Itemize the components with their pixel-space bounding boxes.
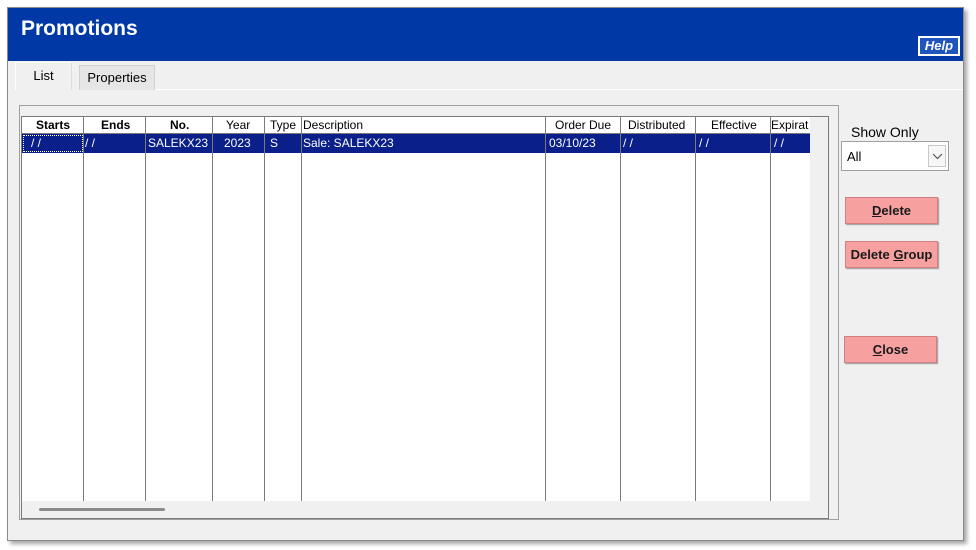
cell-ends[interactable]: / / [85,134,140,153]
column-header-no[interactable]: No. [170,118,200,133]
help-button[interactable]: Help [918,36,960,56]
tab-list[interactable]: List [15,62,72,90]
show-only-dropdown[interactable]: All [841,141,949,171]
delete-mnemonic: D [871,203,882,218]
grid-body: Starts Ends No. Year Type Description Or… [22,117,810,501]
vertical-scrollbar[interactable] [810,117,828,501]
column-header-expiration[interactable]: Expirat [771,118,811,133]
cell-description[interactable]: Sale: SALEKX23 [303,134,543,153]
column-divider [695,117,696,501]
horizontal-scrollbar[interactable] [22,501,828,518]
column-header-ends[interactable]: Ends [101,118,131,133]
promotions-grid[interactable]: Starts Ends No. Year Type Description Or… [21,116,829,519]
column-divider [212,117,213,501]
column-divider [620,117,621,501]
cell-year[interactable]: 2023 [224,134,264,153]
delete-group-mnemonic: G [893,247,904,262]
column-header-effective[interactable]: Effective [711,118,771,133]
cell-distributed[interactable]: / / [623,134,693,153]
cell-effective[interactable]: / / [699,134,769,153]
window-title: Promotions [21,17,138,40]
column-divider [264,117,265,501]
show-only-label: Show Only [851,124,919,140]
column-header-description[interactable]: Description [303,118,393,133]
tab-properties[interactable]: Properties [79,65,155,90]
column-header-distributed[interactable]: Distributed [628,118,698,133]
cell-no[interactable]: SALEKX23 [148,134,214,153]
chevron-down-icon[interactable] [928,145,946,167]
close-label-suffix: lose [882,342,909,357]
column-divider [770,117,771,501]
close-button[interactable]: Close [844,336,937,363]
column-header-order-due[interactable]: Order Due [555,118,620,133]
cell-type[interactable]: S [270,134,300,153]
cell-expiration[interactable]: / / [774,134,810,153]
title-bar: Promotions Help [8,8,963,61]
column-divider [145,117,146,501]
delete-group-button[interactable]: Delete Group [845,241,938,268]
horizontal-scroll-thumb[interactable] [39,508,165,511]
column-divider [545,117,546,501]
delete-group-label-prefix: Delete [850,247,894,262]
delete-group-label-suffix: roup [903,247,933,262]
cell-order-due[interactable]: 03/10/23 [549,134,619,153]
show-only-value: All [847,149,862,164]
column-header-type[interactable]: Type [270,118,300,133]
column-header-starts[interactable]: Starts [36,118,76,133]
delete-label-suffix: elete [881,203,912,218]
column-header-year[interactable]: Year [226,118,266,133]
cell-starts[interactable]: / / [31,134,86,153]
column-divider [301,117,302,501]
column-divider [83,117,84,501]
promotions-window: Promotions Help List Properties Starts E… [7,7,964,541]
tab-divider [155,89,963,90]
delete-button[interactable]: Delete [845,197,938,224]
close-mnemonic: C [872,342,883,357]
